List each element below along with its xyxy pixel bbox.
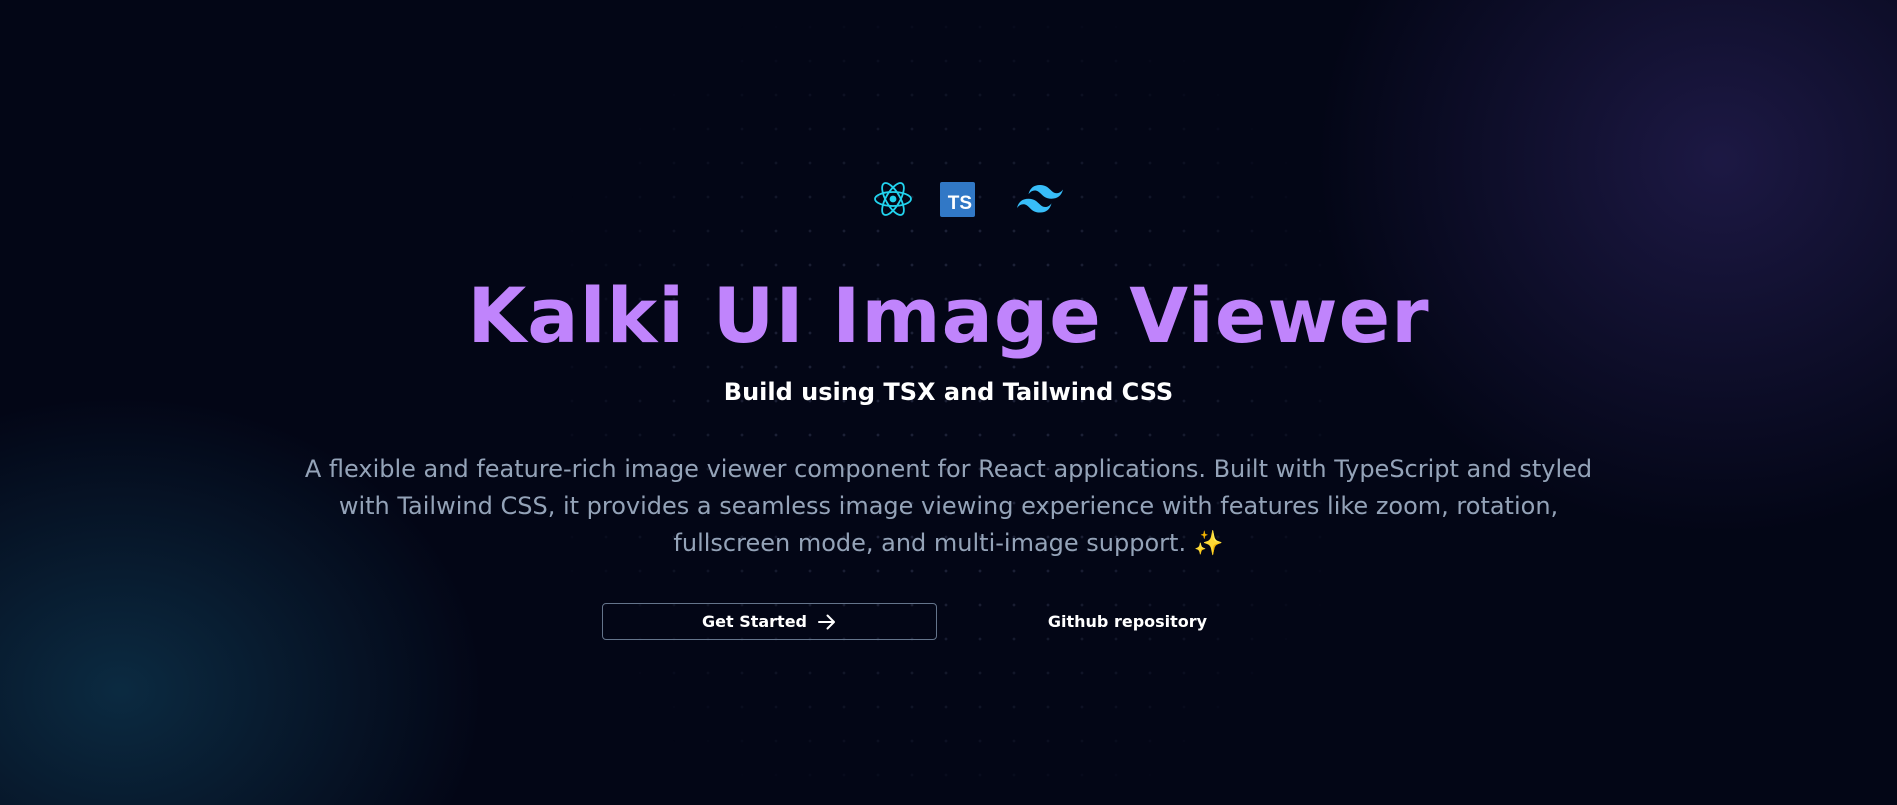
hero-description: A flexible and feature-rich image viewer…: [304, 455, 1593, 557]
hero-page: TS Kalki UI Image Viewer Build using TSX…: [0, 0, 1897, 805]
react-icon: [872, 178, 914, 220]
typescript-icon: TS: [940, 181, 975, 217]
get-started-label: Get Started: [701, 612, 807, 631]
page-subtitle: Build using TSX and Tailwind CSS: [723, 378, 1174, 406]
typescript-icon-label: TS: [947, 192, 972, 214]
tech-icons-row: TS: [0, 178, 1897, 220]
page-title: Kalki UI Image Viewer: [467, 271, 1430, 360]
get-started-button[interactable]: Get Started: [602, 603, 937, 640]
arrow-right-icon: [817, 613, 837, 631]
tailwind-icon: [1017, 184, 1063, 214]
github-repository-link[interactable]: Github repository: [1005, 603, 1250, 640]
